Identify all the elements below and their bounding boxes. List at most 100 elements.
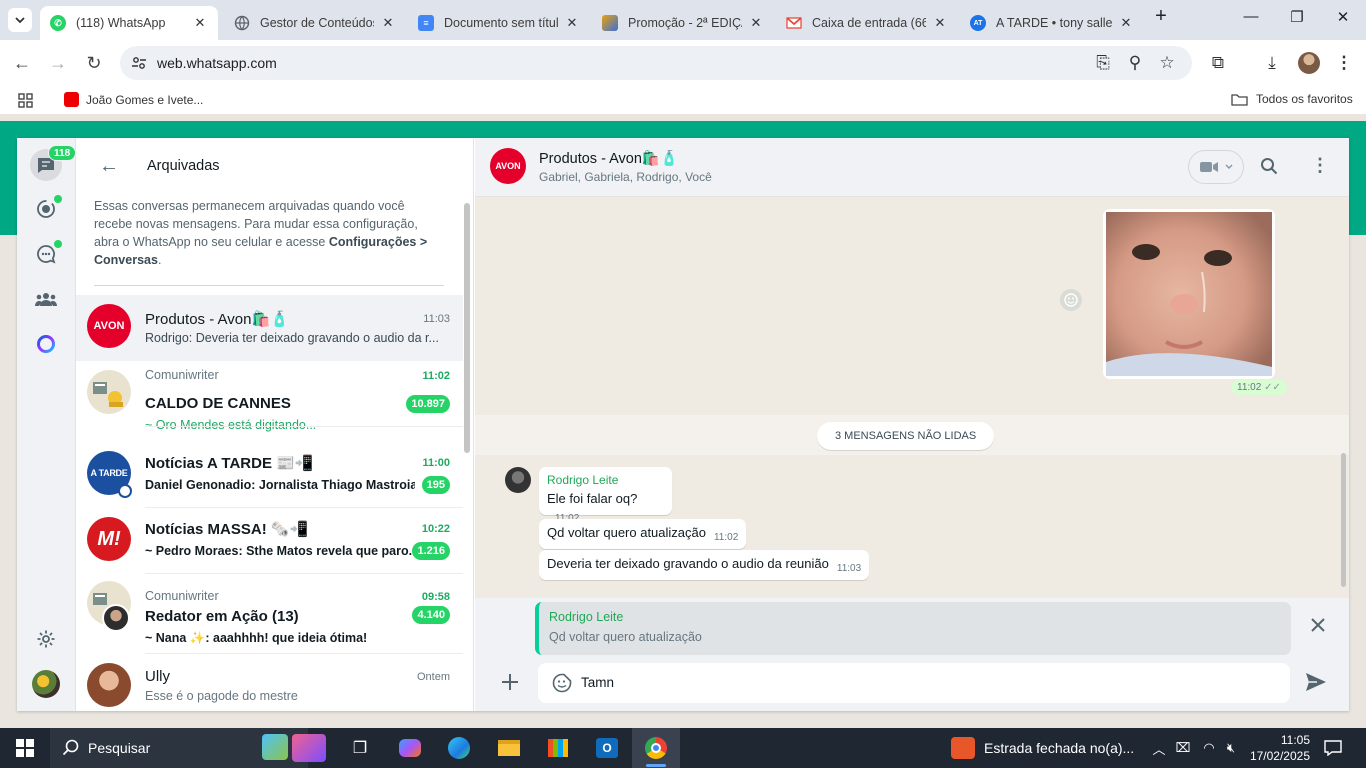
windows-taskbar: Pesquisar ❐ O Estrada fechada no(a)... ︿… — [0, 728, 1366, 768]
install-app-icon[interactable]: ⎘ — [1092, 52, 1114, 74]
tab-atarde[interactable]: AT A TARDE • tony salles ✕ — [960, 6, 1144, 40]
tab-gmail[interactable]: Caixa de entrada (66) ✕ — [776, 6, 958, 40]
archived-title: Arquivadas — [147, 158, 220, 174]
crying-child-photo[interactable] — [1106, 212, 1272, 376]
chat-row-caldo-de-cannes[interactable]: Comuniwriter CALDO DE CANNES 11:02 10.89… — [76, 361, 463, 432]
forward-button[interactable]: → — [46, 52, 70, 74]
notification-center-icon[interactable] — [1320, 736, 1346, 760]
task-view-icon[interactable]: ❐ — [347, 736, 373, 760]
reload-button[interactable]: ↻ — [82, 52, 106, 74]
file-explorer-icon[interactable] — [496, 736, 522, 760]
messages-scrollbar[interactable] — [1341, 453, 1346, 587]
message-input-box[interactable]: Tamn — [538, 663, 1290, 703]
message-input[interactable]: Tamn — [581, 675, 614, 690]
conversation-avatar[interactable]: AVON — [490, 148, 526, 184]
chevron-down-icon — [15, 17, 25, 24]
chat-row-noticias-massa[interactable]: M! Notícias MASSA! 🗞️📲 10:22 ~ Pedro Mor… — [76, 508, 463, 574]
close-icon[interactable]: ✕ — [1118, 15, 1134, 31]
chevron-down-icon — [1225, 164, 1233, 169]
chat-time: 11:03 — [423, 313, 450, 325]
sender-avatar[interactable] — [505, 467, 531, 493]
attach-button[interactable] — [500, 672, 520, 697]
conversation-name: Produtos - Avon🛍️🧴 — [539, 151, 679, 167]
channel-check-icon — [118, 484, 132, 498]
bookmark-item[interactable]: João Gomes e Ivete... — [64, 92, 203, 107]
close-icon[interactable]: ✕ — [380, 15, 396, 31]
back-button[interactable]: ← — [10, 52, 34, 74]
traffic-alert-icon[interactable] — [951, 737, 975, 759]
my-profile-avatar[interactable] — [32, 670, 60, 698]
notification-text[interactable]: Estrada fechada no(a)... — [984, 740, 1134, 756]
meet-icon[interactable]: ⌧ — [1170, 736, 1196, 760]
video-camera-icon — [1200, 162, 1218, 172]
menu-icon[interactable]: ⋮ — [1333, 52, 1355, 74]
apps-grid-icon[interactable] — [18, 93, 33, 108]
back-arrow-icon[interactable]: ← — [99, 155, 119, 177]
chat-preview: ~ Pedro Moraes: Sthe Matos revela que pa… — [145, 544, 415, 558]
windows-icon — [16, 739, 34, 757]
edge-icon[interactable] — [446, 736, 472, 760]
react-emoji-button[interactable] — [1060, 289, 1082, 311]
communities-icon — [35, 293, 57, 306]
video-call-button[interactable] — [1188, 150, 1244, 184]
close-icon[interactable]: ✕ — [564, 15, 580, 31]
windows-start-button[interactable] — [12, 736, 38, 760]
promo-icon — [602, 15, 618, 31]
chat-row-redator-em-acao[interactable]: Comuniwriter Redator em Ação (13) 09:58 … — [76, 572, 463, 654]
close-icon[interactable]: ✕ — [748, 15, 764, 31]
tab-whatsapp[interactable]: ✆ (118) WhatsApp ✕ — [40, 6, 218, 40]
clock[interactable]: 11:05 17/02/2025 — [1244, 732, 1310, 764]
message-bubble[interactable]: Qd voltar quero atualização 11:02 — [539, 519, 747, 549]
site-settings-icon[interactable] — [131, 55, 147, 71]
communities-nav-button[interactable] — [30, 283, 62, 315]
profile-avatar[interactable] — [1298, 52, 1320, 74]
store-icon[interactable] — [545, 736, 571, 760]
menu-button[interactable]: ⋮ — [1311, 155, 1329, 176]
address-bar[interactable]: web.whatsapp.com ⎘ ⚲ ☆ — [120, 46, 1192, 80]
minimize-button[interactable]: — — [1236, 8, 1266, 25]
extensions-icon[interactable]: ⧉ — [1207, 52, 1229, 74]
tab-documento[interactable]: ≡ Documento sem títul ✕ — [408, 6, 590, 40]
chat-row-noticias-atarde[interactable]: A TARDE Notícias A TARDE 📰📲 11:00 Daniel… — [76, 442, 463, 508]
chrome-taskbar-button[interactable] — [632, 728, 680, 768]
image-message[interactable] — [1103, 209, 1275, 379]
channels-dot — [54, 240, 62, 248]
chat-row-ully[interactable]: Ully Ontem Esse é o pagode do mestre — [76, 654, 463, 711]
meta-ai-button[interactable] — [30, 328, 62, 360]
message-bubble[interactable]: Rodrigo Leite Ele foi falar oq?11:02 — [539, 467, 672, 524]
unread-divider: 3 MENSAGENS NÃO LIDAS — [475, 415, 1349, 455]
send-button[interactable] — [1305, 672, 1327, 697]
download-icon[interactable]: ⤓ — [1261, 52, 1283, 74]
all-favorites[interactable]: Todos os favoritos — [1231, 92, 1353, 106]
widgets-icon[interactable] — [262, 734, 288, 760]
close-icon[interactable]: ✕ — [932, 15, 948, 31]
copilot-icon[interactable] — [397, 736, 423, 760]
tab-search-button[interactable] — [8, 8, 32, 32]
sticker-icon[interactable] — [552, 673, 572, 693]
settings-nav-button[interactable] — [30, 623, 62, 655]
tab-title: A TARDE • tony salles — [996, 16, 1112, 30]
tab-gestor[interactable]: Gestor de Conteúdos ✕ — [224, 6, 406, 40]
cancel-reply-button[interactable] — [1311, 618, 1325, 637]
tab-promocao[interactable]: Promoção - 2ª EDIÇÃ ✕ — [592, 6, 774, 40]
close-window-button[interactable]: ✕ — [1328, 8, 1358, 26]
new-tab-button[interactable]: + — [1146, 5, 1176, 28]
double-check-icon: ✓✓ — [1264, 382, 1281, 393]
maximize-button[interactable]: ❐ — [1282, 8, 1312, 26]
close-icon[interactable]: ✕ — [192, 15, 208, 31]
chevron-up-icon[interactable]: ︿ — [1146, 736, 1172, 760]
search-button[interactable] — [1260, 157, 1278, 180]
widgets-icon-2[interactable] — [292, 734, 326, 762]
chat-row-produtos-avon[interactable]: AVON Produtos - Avon🛍️🧴 11:03 Rodrigo: D… — [76, 295, 463, 361]
zoom-icon[interactable]: ⚲ — [1124, 52, 1146, 74]
chat-list-scrollbar[interactable] — [464, 203, 470, 453]
chat-name: Redator em Ação (13) — [145, 608, 299, 625]
outlook-icon[interactable]: O — [594, 736, 620, 760]
volume-muted-icon[interactable]: 🔇︎ — [1218, 736, 1244, 760]
message-bubble[interactable]: Deveria ter deixado gravando o audio da … — [539, 550, 870, 580]
conversation-header[interactable]: AVON Produtos - Avon🛍️🧴 Gabriel, Gabriel… — [475, 138, 1349, 197]
smiley-icon — [1064, 293, 1078, 307]
chat-time: 10:22 — [421, 523, 450, 535]
whatsapp-icon: ✆ — [50, 15, 66, 31]
bookmark-star-icon[interactable]: ☆ — [1156, 52, 1178, 74]
